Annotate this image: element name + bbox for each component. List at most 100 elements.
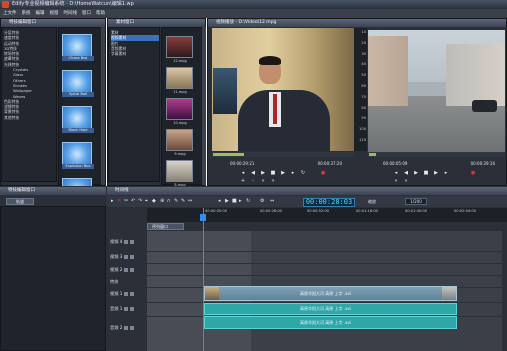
program-mark-out-icon[interactable]: ▸ xyxy=(443,170,449,176)
record-icon[interactable]: ● xyxy=(320,170,326,176)
snap-icon[interactable]: ⌖ xyxy=(145,199,149,204)
track-label: 视频 3 xyxy=(110,254,123,259)
material-thumbnail[interactable] xyxy=(166,160,193,182)
fx-edit-tab[interactable]: 轨道 xyxy=(6,198,34,205)
render-icon[interactable]: ⚙ xyxy=(260,199,264,204)
track-header-video1[interactable]: 视频 1 xyxy=(110,289,146,299)
stop-icon[interactable]: ■ xyxy=(270,170,276,176)
program-step-forward-icon[interactable]: ▶ xyxy=(433,170,439,176)
effects-scrollbar[interactable] xyxy=(101,27,105,185)
redo-icon[interactable]: ↷ xyxy=(138,199,142,204)
program-stop-icon[interactable]: ■ xyxy=(423,170,429,176)
playhead-handle[interactable] xyxy=(200,214,206,221)
timeline-scrollbar[interactable] xyxy=(502,231,507,351)
edit-pencil-icon[interactable]: ✎ xyxy=(174,199,178,204)
program-mark-in-icon[interactable]: ◂ xyxy=(393,170,399,176)
zoom-select[interactable]: 1/200 xyxy=(405,198,427,205)
track-label: 音频 1 xyxy=(110,306,123,311)
track-lock-icon[interactable] xyxy=(130,240,135,244)
rewind-icon[interactable]: « xyxy=(260,178,266,184)
source-frame-speaker-tie xyxy=(273,94,277,124)
fx-edit-title: 特技编辑窗口 xyxy=(0,187,106,195)
program-fast-forward-icon[interactable]: » xyxy=(403,178,409,184)
zoom-in-icon[interactable]: + xyxy=(240,178,246,184)
track-label: 视频 4 xyxy=(110,239,123,244)
track-eye-icon[interactable] xyxy=(124,240,129,244)
program-rewind-icon[interactable]: « xyxy=(393,178,399,184)
program-play-icon[interactable]: ▶ xyxy=(413,170,419,176)
sequence-tab[interactable]: 序列窗口 xyxy=(147,223,184,230)
timeline-stop-icon[interactable]: ■ xyxy=(232,199,237,204)
material-thumbnail-label: 9.mpg xyxy=(174,152,186,156)
track-lock-icon[interactable] xyxy=(130,268,135,272)
marker-icon[interactable]: ◆ xyxy=(152,199,156,204)
meter-tick-label: 40 xyxy=(361,62,366,67)
timeline-playhead[interactable] xyxy=(203,208,204,351)
track-speaker-icon[interactable] xyxy=(124,326,129,330)
fit-icon[interactable]: ⇔ xyxy=(270,199,274,204)
track-header-video3[interactable]: 视频 3 xyxy=(110,252,146,262)
track-eye-icon[interactable] xyxy=(124,292,129,296)
video-clip-start-thumbnail xyxy=(205,287,219,300)
track-speaker-icon[interactable] xyxy=(124,307,129,311)
meter-tick-label: 80 xyxy=(361,105,366,110)
program-record-icon[interactable]: ● xyxy=(470,170,476,176)
step-forward-icon[interactable]: ▶ xyxy=(280,170,286,176)
material-thumbnail[interactable] xyxy=(166,67,193,89)
program-timecode-out: 00:00:29:16 xyxy=(470,161,495,166)
undo-icon[interactable]: ↶ xyxy=(131,199,135,204)
menu-view[interactable]: 视窗 xyxy=(50,9,59,18)
loop-icon[interactable]: ↻ xyxy=(300,170,306,176)
effects-tree[interactable]: 分层特技 速度特技 运动特技 3D特技 转场特技 遮罩特技 光线特技 Crystals Glas… xyxy=(1,27,57,182)
menu-timeline[interactable]: 时间线 xyxy=(64,9,78,18)
delete-tool-icon[interactable]: ✕ xyxy=(117,199,121,204)
track-header-fx[interactable]: 特技 xyxy=(110,277,146,287)
program-seek-progress xyxy=(369,153,376,156)
program-step-back-icon[interactable]: ◀ xyxy=(403,170,409,176)
link-icon[interactable]: ⊕ xyxy=(160,199,164,204)
prev-frame-icon[interactable]: ◂ xyxy=(218,199,222,204)
step-back-icon[interactable]: ◀ xyxy=(250,170,256,176)
program-timecodes: 00:00:05:09 00:00:29:16 xyxy=(383,161,495,167)
track-lock-icon[interactable] xyxy=(130,326,135,330)
play-icon[interactable]: ▶ xyxy=(260,170,266,176)
program-seek-bar[interactable] xyxy=(368,152,505,157)
track-lock-icon[interactable] xyxy=(130,307,135,311)
material-scrollbar[interactable] xyxy=(202,27,206,185)
timeline-play-icon[interactable]: ▶ xyxy=(225,199,229,204)
track-lock-icon[interactable] xyxy=(130,292,135,296)
mark-out-icon[interactable]: ▸ xyxy=(290,170,296,176)
loop-play-icon[interactable]: ↻ xyxy=(246,199,250,204)
source-timecodes: 00:00:29:21 00:00:37:20 xyxy=(230,161,342,167)
effects-tree-item[interactable]: 其他特技 xyxy=(4,115,56,120)
material-tree-item[interactable]: 字幕素材 xyxy=(111,51,159,56)
menu-edit[interactable]: 编辑 xyxy=(36,9,45,18)
track-lock-icon[interactable] xyxy=(130,255,135,259)
menu-window[interactable]: 窗口 xyxy=(82,9,91,18)
trim-icon[interactable]: ↔ xyxy=(188,199,192,204)
select-tool-icon[interactable]: ▸ xyxy=(111,199,115,204)
material-thumbnail[interactable] xyxy=(166,98,193,120)
fast-forward-icon[interactable]: » xyxy=(270,178,276,184)
menu-help[interactable]: 帮助 xyxy=(96,9,105,18)
razor-tool-icon[interactable]: ✂ xyxy=(124,199,128,204)
track-eye-icon[interactable] xyxy=(124,255,129,259)
magnet-icon[interactable]: ∩ xyxy=(167,199,171,204)
menu-file[interactable]: 上文件 xyxy=(3,9,17,18)
track-header-video4[interactable]: 视频 4 xyxy=(110,237,146,247)
track-header-audio1[interactable]: 音频 1 xyxy=(110,304,146,314)
track-header-audio2[interactable]: 音频 2 xyxy=(110,323,146,333)
meter-tick-label: 20 xyxy=(361,40,366,45)
track-header-video2[interactable]: 视频 2 xyxy=(110,265,146,275)
material-thumbnail[interactable] xyxy=(166,129,193,151)
track-eye-icon[interactable] xyxy=(124,268,129,272)
brush-icon[interactable]: ✎ xyxy=(181,199,185,204)
mark-in-icon[interactable]: ◂ xyxy=(240,170,246,176)
next-frame-icon[interactable]: ▸ xyxy=(239,199,243,204)
menu-system[interactable]: 系统 xyxy=(22,9,31,18)
meter-tick-label: 60 xyxy=(361,84,366,88)
material-thumbnail[interactable] xyxy=(166,36,193,58)
zoom-out-icon[interactable]: - xyxy=(250,178,256,184)
material-tree[interactable]: 素材 视频素材 图片 音频素材 字幕素材 xyxy=(108,27,160,182)
app-icon xyxy=(2,1,9,8)
